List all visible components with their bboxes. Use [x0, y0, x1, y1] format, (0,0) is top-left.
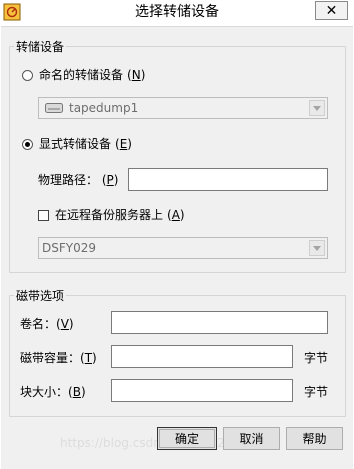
remote-server-checkbox-row[interactable]: 在远程备份服务器上 (A)	[38, 207, 185, 223]
block-size-input[interactable]	[111, 379, 293, 402]
server-dropdown[interactable]	[309, 240, 325, 256]
server-combo[interactable]: DSFY029	[38, 237, 328, 259]
tape-capacity-label-row: 磁带容量：(T)	[20, 351, 97, 365]
physical-path-label-row: 物理路径： (P)	[38, 173, 119, 187]
explicit-device-label: 显式转储设备	[39, 137, 112, 151]
remote-server-label: 在远程备份服务器上	[55, 208, 164, 222]
dump-device-group-label: 转储设备	[16, 40, 65, 54]
named-device-combo[interactable]: tapedump1	[38, 97, 328, 119]
tape-capacity-unit: 字节	[304, 351, 329, 365]
tape-options-group-label: 磁带选项	[16, 289, 65, 303]
block-size-unit: 字节	[304, 385, 329, 399]
tape-capacity-label: 磁带容量：	[20, 351, 81, 365]
help-button-label: 帮助	[302, 432, 327, 446]
block-size-accesskey: B	[72, 385, 81, 399]
remote-server-checkbox[interactable]	[38, 209, 49, 221]
block-size-label: 块大小：	[20, 385, 69, 399]
chevron-down-icon	[313, 105, 321, 111]
ok-button[interactable]: 确定	[157, 427, 217, 450]
tape-drive-icon	[45, 103, 63, 113]
cancel-button-label: 取消	[239, 432, 264, 446]
named-device-accesskey: N	[131, 68, 141, 82]
remote-server-accesskey: A	[171, 208, 180, 222]
server-value: DSFY029	[42, 241, 96, 255]
close-icon: ✕	[325, 2, 338, 19]
named-device-label: 命名的转储设备	[39, 68, 124, 82]
named-device-radio[interactable]	[22, 69, 33, 81]
chevron-down-icon	[313, 245, 321, 251]
volume-name-label: 卷名：	[20, 317, 57, 331]
tape-capacity-accesskey: T	[84, 351, 93, 365]
title-bar: 选择转储设备 ✕	[0, 0, 354, 26]
named-device-value: tapedump1	[69, 101, 139, 115]
volume-name-input[interactable]	[111, 311, 328, 334]
cancel-button[interactable]: 取消	[223, 427, 280, 450]
explicit-device-radio[interactable]	[22, 138, 33, 150]
explicit-device-accesskey: E	[119, 137, 128, 151]
explicit-device-radio-row[interactable]: 显式转储设备 (E)	[22, 136, 132, 152]
help-button[interactable]: 帮助	[286, 427, 343, 450]
named-device-dropdown[interactable]	[309, 100, 325, 116]
volume-name-label-row: 卷名：(V)	[20, 317, 74, 331]
ok-button-label: 确定	[174, 432, 199, 446]
tape-capacity-input[interactable]	[111, 345, 293, 368]
physical-path-label: 物理路径：	[38, 173, 99, 187]
close-button[interactable]: ✕	[315, 1, 348, 20]
physical-path-accesskey: P	[106, 173, 114, 187]
named-device-radio-row[interactable]: 命名的转储设备 (N)	[22, 67, 145, 83]
physical-path-input[interactable]	[128, 168, 328, 191]
volume-name-accesskey: V	[60, 317, 69, 331]
block-size-label-row: 块大小：(B)	[20, 385, 86, 399]
window-title: 选择转储设备	[135, 4, 219, 20]
